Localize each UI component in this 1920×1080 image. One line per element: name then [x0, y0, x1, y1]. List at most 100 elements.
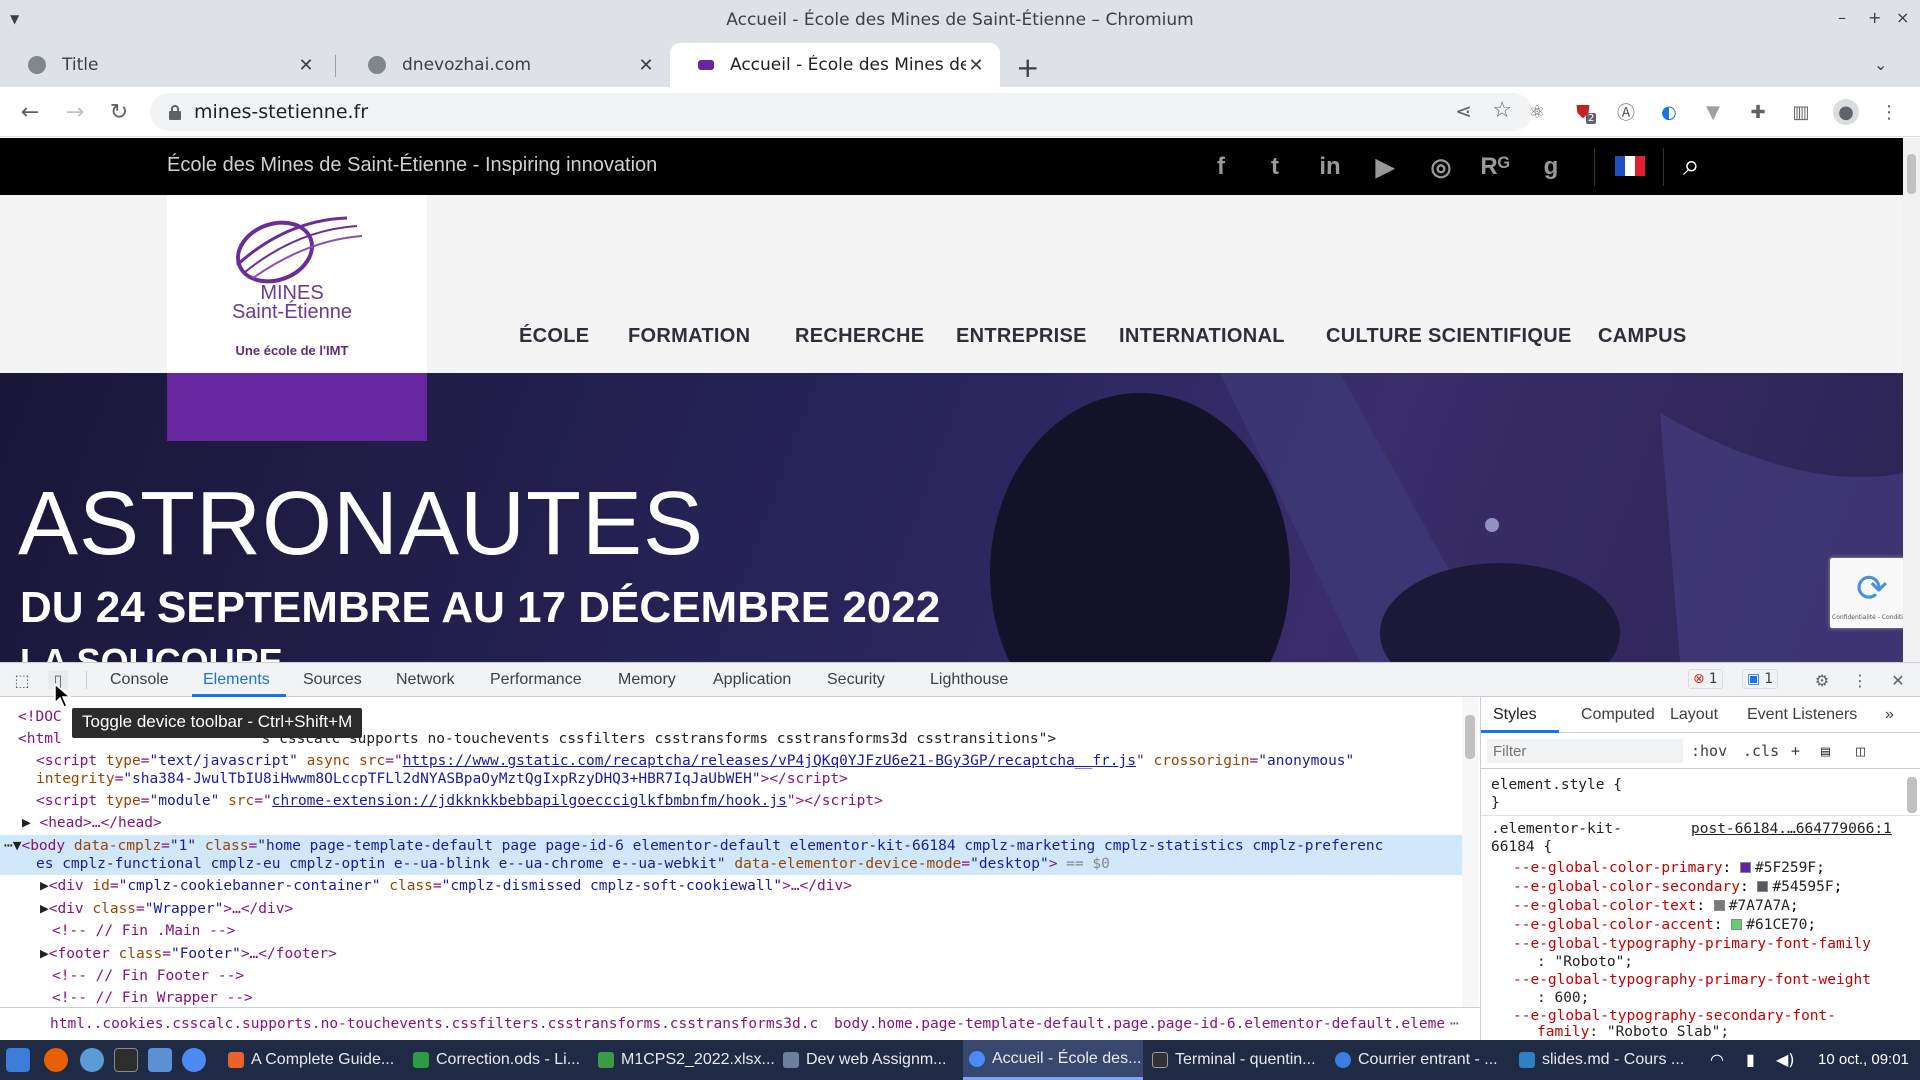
new-rule-icon[interactable]: + — [1791, 742, 1800, 760]
tab-search-icon[interactable]: ⌄ — [1874, 55, 1887, 74]
task-accueil-chromium[interactable]: Accueil - École des... — [963, 1040, 1143, 1080]
dom-comment[interactable]: <!-- // Fin .Main --> — [52, 923, 235, 939]
task-m1cps2-xlsx[interactable]: M1CPS2_2022.xlsx... — [598, 1040, 778, 1080]
error-counter[interactable]: ⊗ 1 — [1688, 669, 1723, 689]
reload-button[interactable]: ↻ — [104, 97, 134, 127]
breadcrumb-html[interactable]: html..cookies.csscalc.supports.no-touche… — [50, 1016, 820, 1032]
nav-international[interactable]: INTERNATIONAL — [1119, 325, 1285, 348]
tab-application[interactable]: Application — [713, 671, 791, 689]
tab-layout[interactable]: Layout — [1670, 706, 1718, 724]
side-panel-icon[interactable]: ▥ — [1788, 99, 1814, 125]
css-prop-color-accent[interactable]: --e-global-color-accent: #61CE70; — [1513, 917, 1816, 933]
maximize-button[interactable]: + — [1868, 8, 1881, 27]
styles-scrollbar-thumb[interactable] — [1907, 777, 1917, 813]
tab-styles[interactable]: Styles — [1493, 706, 1537, 724]
css-prop-secondary-font-cont[interactable]: family: "Roboto Slab"; — [1537, 1024, 1729, 1040]
element-style-rule[interactable]: element.style { — [1491, 777, 1622, 793]
thunderbird-icon[interactable] — [80, 1048, 104, 1072]
css-prop-color-secondary[interactable]: --e-global-color-secondary: #54595F; — [1513, 879, 1842, 895]
chromium-icon[interactable] — [182, 1048, 206, 1072]
hero-banner[interactable]: ASTRONAUTES DU 24 SEPTEMBRE AU 17 DÉCEMB… — [0, 373, 1903, 662]
css-prop-color-primary[interactable]: --e-global-color-primary: #5F259F; — [1513, 860, 1825, 876]
task-slides-md[interactable]: slides.md - Cours ... — [1519, 1040, 1699, 1080]
facebook-icon[interactable]: f — [1206, 152, 1236, 182]
task-terminal[interactable]: Terminal - quentin... — [1152, 1040, 1332, 1080]
tab-console[interactable]: Console — [110, 671, 169, 689]
task-dev-web[interactable]: Dev web Assignm... — [783, 1040, 963, 1080]
dom-script-integrity[interactable]: integrity="sha384-JwulTbIU8iHwwm8OLccpTF… — [36, 771, 848, 787]
language-tool-icon[interactable]: Ⓐ — [1613, 99, 1639, 125]
share-icon[interactable]: ⋖ — [1455, 99, 1472, 123]
tab-elements[interactable]: Elements — [203, 671, 270, 689]
site-logo[interactable]: MINES Saint-Étienne Une école de l'IMT — [167, 195, 427, 373]
tab-sources[interactable]: Sources — [303, 671, 362, 689]
dom-comment[interactable]: <!-- // Fin Wrapper --> — [52, 990, 253, 1006]
terminal-icon[interactable] — [114, 1048, 138, 1072]
css-prop-font-weight[interactable]: --e-global-typography-primary-font-weigh… — [1513, 972, 1871, 988]
tab-dnevozhai[interactable]: dnevozhai.com ✕ — [340, 43, 670, 87]
minimize-button[interactable]: – — [1838, 8, 1846, 27]
message-counter[interactable]: ▣ 1 — [1742, 669, 1779, 689]
color-swatch[interactable] — [1731, 919, 1743, 930]
breadcrumb-body[interactable]: body.home.page-template-default.page.pag… — [834, 1016, 1444, 1032]
toggle-sidebar-icon[interactable]: ◫ — [1856, 742, 1865, 760]
rendering-emulation-icon[interactable]: ▤ — [1821, 742, 1830, 760]
devtools-settings-icon[interactable]: ⚙ — [1812, 671, 1832, 690]
dom-script-recaptcha[interactable]: <script type="text/javascript" async src… — [36, 753, 1354, 769]
kebab-menu-icon[interactable]: ⋮ — [1876, 99, 1902, 125]
wifi-icon[interactable]: ◠ — [1710, 1050, 1724, 1069]
color-swatch[interactable] — [1713, 900, 1725, 911]
nav-recherche[interactable]: RECHERCHE — [795, 325, 924, 348]
profile-avatar-icon[interactable]: ● — [1833, 99, 1859, 125]
dom-head-node[interactable]: ▶ <head>…</head> — [22, 815, 162, 831]
youtube-icon[interactable]: ▶ — [1370, 152, 1400, 182]
task-courrier[interactable]: Courrier entrant - ... — [1335, 1040, 1515, 1080]
tab-title[interactable]: Title ✕ — [0, 43, 330, 87]
dom-script-module[interactable]: <script type="module" src="chrome-extens… — [36, 793, 883, 809]
battery-icon[interactable]: ▮ — [1746, 1050, 1755, 1069]
new-tab-button[interactable]: + — [1016, 51, 1039, 84]
devtools-menu-icon[interactable]: ⋮ — [1850, 671, 1870, 690]
url-text[interactable]: mines-stetienne.fr — [194, 101, 368, 123]
google-scholar-icon[interactable]: g — [1536, 152, 1566, 182]
devtools-close-icon[interactable]: ✕ — [1888, 671, 1908, 690]
hover-state-toggle[interactable]: :hov — [1691, 742, 1727, 760]
rule-source-link[interactable]: post-66184.…664779066:1 — [1691, 821, 1892, 837]
twitter-icon[interactable]: t — [1260, 152, 1290, 182]
clock[interactable]: 10 oct., 09:01 — [1818, 1051, 1909, 1068]
dom-body-node-cont[interactable]: es cmplz-functional cmplz-eu cmplz-optin… — [36, 856, 1110, 872]
address-bar[interactable]: mines-stetienne.fr ⋖ ☆ — [150, 93, 1532, 131]
nav-culture-scientifique[interactable]: CULTURE SCIENTIFIQUE — [1326, 325, 1572, 348]
tab-security[interactable]: Security — [827, 671, 885, 689]
scrollbar-thumb[interactable] — [1907, 154, 1916, 194]
app-menu-icon[interactable] — [6, 1048, 30, 1072]
french-flag-icon[interactable] — [1615, 156, 1645, 176]
linkedin-icon[interactable]: in — [1315, 152, 1345, 182]
tab-accueil-mines[interactable]: Accueil - École des Mines de Saint-Étien… — [670, 43, 1000, 87]
back-button[interactable]: ← — [15, 97, 45, 127]
css-prop-font-family-value[interactable]: : "Roboto"; — [1537, 954, 1633, 970]
elements-tree[interactable]: <!DOC <html s csscalc supports no-touchev… — [0, 697, 1462, 1007]
css-prop-font-weight-value[interactable]: : 600; — [1537, 990, 1589, 1006]
scrollbar-thumb[interactable] — [1465, 715, 1475, 759]
dom-cookiebanner-div[interactable]: ▶<div id="cmplz-cookiebanner-container" … — [40, 878, 852, 894]
tab-performance[interactable]: Performance — [490, 671, 582, 689]
bookmark-star-icon[interactable]: ☆ — [1492, 98, 1512, 123]
more-tabs-icon[interactable]: » — [1885, 706, 1894, 724]
css-prop-secondary-font[interactable]: --e-global-typography-secondary-font- — [1513, 1008, 1836, 1024]
ublock-icon[interactable]: ⛊ 2 — [1570, 99, 1597, 125]
css-prop-font-family[interactable]: --e-global-typography-primary-font-famil… — [1513, 936, 1871, 952]
tab-memory[interactable]: Memory — [618, 671, 676, 689]
forward-button[interactable]: → — [60, 97, 90, 127]
elements-scrollbar[interactable] — [1462, 697, 1478, 1007]
nav-ecole[interactable]: ÉCOLE — [519, 325, 589, 348]
files-icon[interactable] — [148, 1048, 172, 1072]
react-devtools-icon[interactable]: ⚛ — [1524, 99, 1550, 125]
close-tab-icon[interactable]: ✕ — [296, 55, 316, 76]
task-correction-ods[interactable]: Correction.ods - Li... — [413, 1040, 593, 1080]
volume-icon[interactable]: ◀) — [1776, 1050, 1795, 1069]
window-menu-icon[interactable]: ▼ — [10, 12, 19, 26]
close-tab-icon[interactable]: ✕ — [636, 55, 656, 76]
breadcrumb-more-icon[interactable]: ⋯ — [1450, 1016, 1459, 1032]
nav-entreprise[interactable]: ENTREPRISE — [956, 325, 1087, 348]
